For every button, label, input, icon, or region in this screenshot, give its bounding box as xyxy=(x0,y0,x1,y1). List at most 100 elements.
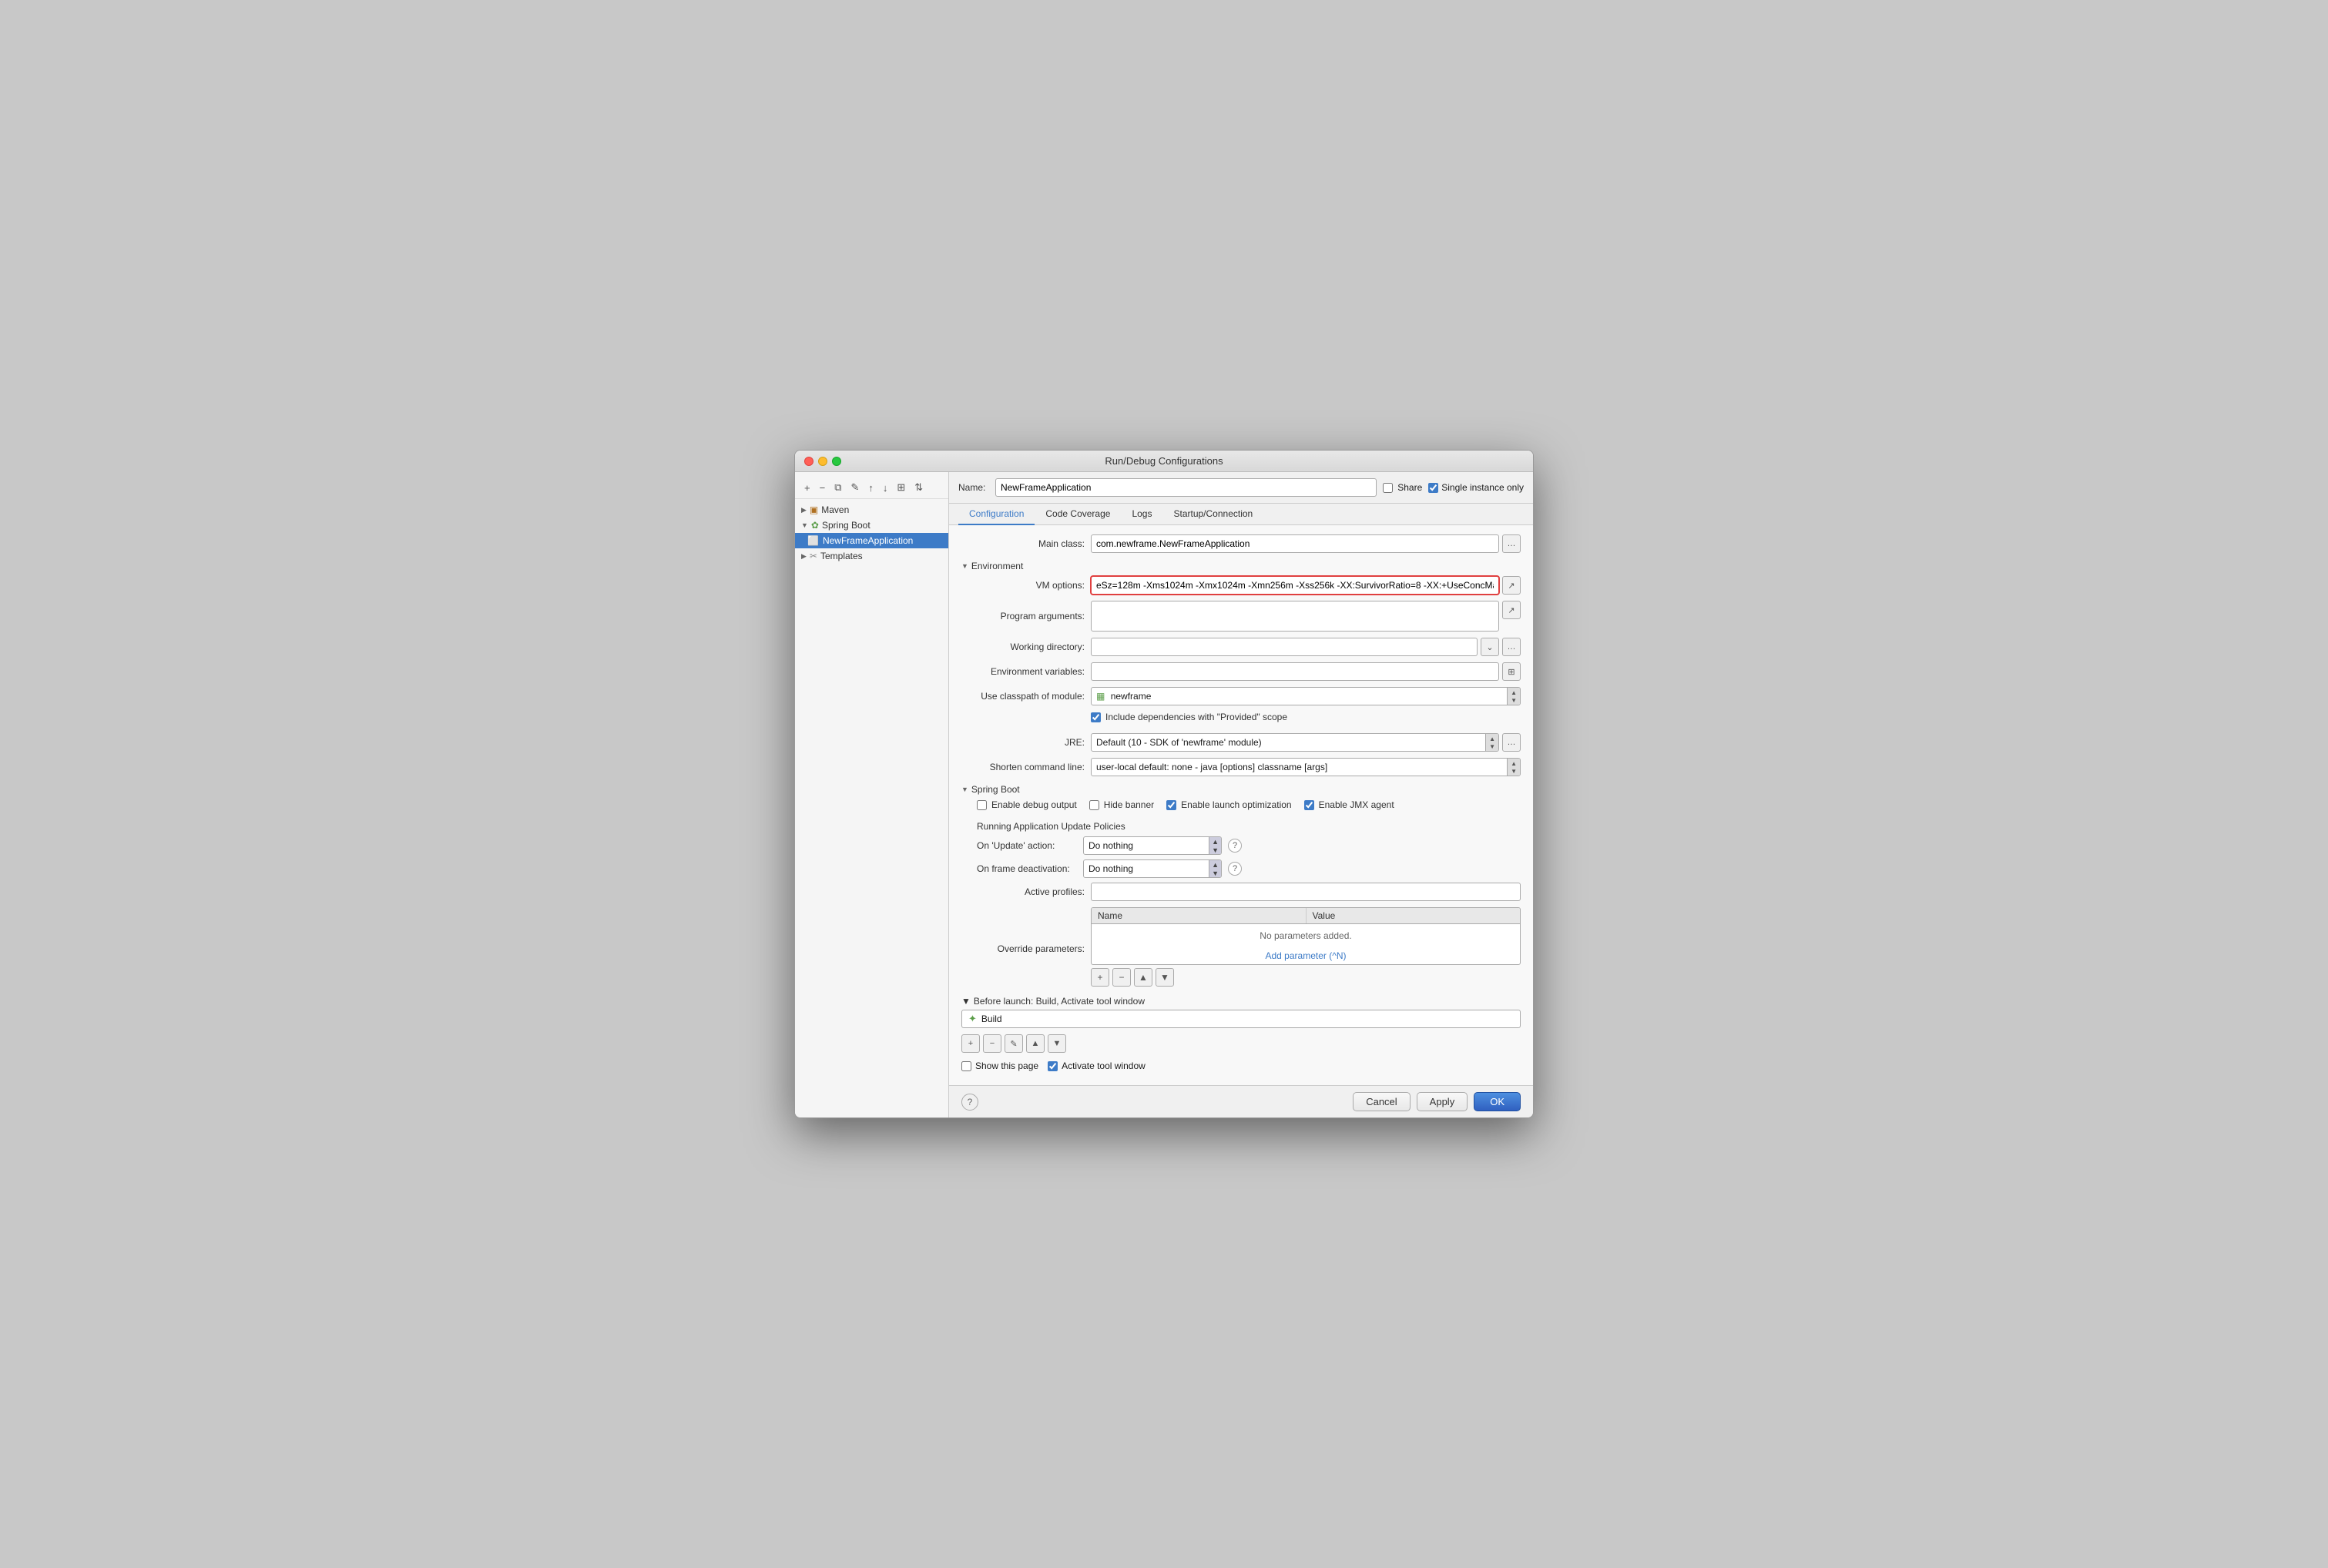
working-dir-field-wrapper: ⌄ … xyxy=(1091,638,1521,656)
include-deps-checkbox-row: Include dependencies with "Provided" sco… xyxy=(1091,712,1287,722)
include-deps-checkbox[interactable] xyxy=(1091,712,1101,722)
launch-remove-button[interactable]: − xyxy=(983,1034,1001,1053)
springboot-icon: ✿ xyxy=(811,520,819,531)
remove-param-button[interactable]: − xyxy=(1112,968,1131,987)
show-page-checkbox[interactable] xyxy=(961,1061,971,1071)
spring-boot-section-header[interactable]: ▼ Spring Boot xyxy=(961,784,1521,795)
hide-banner-row: Hide banner xyxy=(1089,799,1154,810)
vm-options-field-wrapper: ↗ xyxy=(1091,576,1521,595)
main-class-browse-button[interactable]: … xyxy=(1502,534,1521,553)
override-params-row: Override parameters: Name Value No param… xyxy=(961,907,1521,990)
enable-debug-checkbox[interactable] xyxy=(977,800,987,810)
classpath-row: Use classpath of module: ▦ newframe ▲ ▼ xyxy=(961,687,1521,705)
cancel-button[interactable]: Cancel xyxy=(1353,1092,1410,1111)
maven-icon: ▣ xyxy=(810,504,818,515)
shorten-cmd-select-arrow: ▲ ▼ xyxy=(1507,759,1520,776)
tab-logs[interactable]: Logs xyxy=(1121,504,1162,525)
spring-boot-arrow-icon: ▼ xyxy=(961,786,968,793)
move-down-button[interactable]: ↓ xyxy=(880,481,891,495)
on-deactivation-help-icon[interactable]: ? xyxy=(1228,862,1242,876)
working-dir-browse-button[interactable]: … xyxy=(1502,638,1521,656)
shorten-cmd-row: Shorten command line: user-local default… xyxy=(961,758,1521,776)
launch-add-button[interactable]: + xyxy=(961,1034,980,1053)
on-deactivation-value: Do nothing xyxy=(1084,863,1209,874)
jre-select[interactable]: Default (10 - SDK of 'newframe' module) … xyxy=(1091,733,1499,752)
working-dir-input[interactable] xyxy=(1091,638,1478,656)
main-class-input[interactable] xyxy=(1091,534,1499,553)
environment-section-header[interactable]: ▼ Environment xyxy=(961,561,1521,571)
single-instance-area: Single instance only xyxy=(1428,482,1524,493)
copy-config-button[interactable]: ⧉ xyxy=(831,480,844,495)
classpath-select[interactable]: ▦ newframe ▲ ▼ xyxy=(1091,687,1521,705)
vm-options-label: VM options: xyxy=(961,580,1085,591)
footer-right: Cancel Apply OK xyxy=(1353,1092,1521,1111)
launch-up-button[interactable]: ▲ xyxy=(1026,1034,1045,1053)
env-vars-input[interactable] xyxy=(1091,662,1499,681)
sidebar-item-templates[interactable]: ▶ ✂ Templates xyxy=(795,548,948,564)
tab-configuration[interactable]: Configuration xyxy=(958,504,1035,525)
launch-edit-button[interactable]: ✎ xyxy=(1005,1034,1023,1053)
add-parameter-link[interactable]: Add parameter (^N) xyxy=(1092,947,1520,964)
minimize-button[interactable] xyxy=(818,457,827,466)
vm-options-input[interactable] xyxy=(1091,576,1499,595)
program-args-input[interactable] xyxy=(1091,601,1499,632)
chevron-right-icon: ▶ xyxy=(801,506,807,514)
add-param-button[interactable]: + xyxy=(1091,968,1109,987)
activate-tool-option: Activate tool window xyxy=(1048,1060,1146,1071)
sidebar-item-springboot[interactable]: ▼ ✿ Spring Boot xyxy=(795,518,948,533)
edit-config-button[interactable]: ✎ xyxy=(847,480,862,495)
on-update-help-icon[interactable]: ? xyxy=(1228,839,1242,853)
program-args-row: Program arguments: ↗ xyxy=(961,601,1521,632)
jre-browse-button[interactable]: … xyxy=(1502,733,1521,752)
ok-button[interactable]: OK xyxy=(1474,1092,1521,1111)
tab-code-coverage[interactable]: Code Coverage xyxy=(1035,504,1121,525)
on-update-select-arrows: ▲ ▼ xyxy=(1209,837,1221,854)
sidebar-item-newframeapp[interactable]: ⬜ NewFrameApplication xyxy=(795,533,948,548)
move-up-button[interactable]: ↑ xyxy=(865,481,877,495)
single-instance-checkbox[interactable] xyxy=(1428,483,1438,493)
launch-toolbar: + − ✎ ▲ ▼ xyxy=(961,1031,1521,1056)
override-params-label: Override parameters: xyxy=(961,943,1085,954)
working-dir-label: Working directory: xyxy=(961,642,1085,652)
add-config-button[interactable]: + xyxy=(801,481,813,495)
apply-button[interactable]: Apply xyxy=(1417,1092,1468,1111)
main-window: Run/Debug Configurations + − ⧉ ✎ ↑ ↓ ⊞ ⇅… xyxy=(794,450,1534,1118)
enable-launch-row: Enable launch optimization xyxy=(1166,799,1291,810)
launch-down-button[interactable]: ▼ xyxy=(1048,1034,1066,1053)
name-input[interactable] xyxy=(995,478,1377,497)
working-dir-dropdown-button[interactable]: ⌄ xyxy=(1481,638,1499,656)
sidebar-item-springboot-label: Spring Boot xyxy=(822,520,870,531)
close-button[interactable] xyxy=(804,457,813,466)
maximize-button[interactable] xyxy=(832,457,841,466)
shorten-cmd-label: Shorten command line: xyxy=(961,762,1085,772)
build-item: ✦ Build xyxy=(961,1010,1521,1028)
sort-button[interactable]: ⇅ xyxy=(911,480,926,495)
active-profiles-row: Active profiles: xyxy=(961,883,1521,901)
program-args-expand-button[interactable]: ↗ xyxy=(1502,601,1521,619)
sidebar-item-maven[interactable]: ▶ ▣ Maven xyxy=(795,502,948,518)
tab-startup-connection[interactable]: Startup/Connection xyxy=(1162,504,1263,525)
sidebar-toolbar: + − ⧉ ✎ ↑ ↓ ⊞ ⇅ xyxy=(795,477,948,499)
param-down-button[interactable]: ▼ xyxy=(1156,968,1174,987)
filter-button[interactable]: ⊞ xyxy=(894,480,908,495)
main-class-field-wrapper: … xyxy=(1091,534,1521,553)
on-deactivation-select[interactable]: Do nothing ▲ ▼ xyxy=(1083,859,1222,878)
program-args-field-wrapper: ↗ xyxy=(1091,601,1521,632)
on-update-select[interactable]: Do nothing ▲ ▼ xyxy=(1083,836,1222,855)
activate-tool-checkbox[interactable] xyxy=(1048,1061,1058,1071)
before-launch-label: Before launch: Build, Activate tool wind… xyxy=(974,996,1145,1007)
active-profiles-input[interactable] xyxy=(1091,883,1521,901)
param-up-button[interactable]: ▲ xyxy=(1134,968,1152,987)
vm-options-expand-button[interactable]: ↗ xyxy=(1502,576,1521,595)
remove-config-button[interactable]: − xyxy=(817,481,829,495)
env-vars-browse-button[interactable]: ⊞ xyxy=(1502,662,1521,681)
params-name-col: Name xyxy=(1092,908,1307,923)
shorten-cmd-select[interactable]: user-local default: none - java [options… xyxy=(1091,758,1521,776)
program-args-label: Program arguments: xyxy=(961,611,1085,622)
enable-launch-checkbox[interactable] xyxy=(1166,800,1176,810)
main-class-row: Main class: … xyxy=(961,534,1521,553)
hide-banner-checkbox[interactable] xyxy=(1089,800,1099,810)
share-checkbox[interactable] xyxy=(1383,483,1393,493)
enable-jmx-checkbox[interactable] xyxy=(1304,800,1314,810)
help-button[interactable]: ? xyxy=(961,1094,978,1111)
